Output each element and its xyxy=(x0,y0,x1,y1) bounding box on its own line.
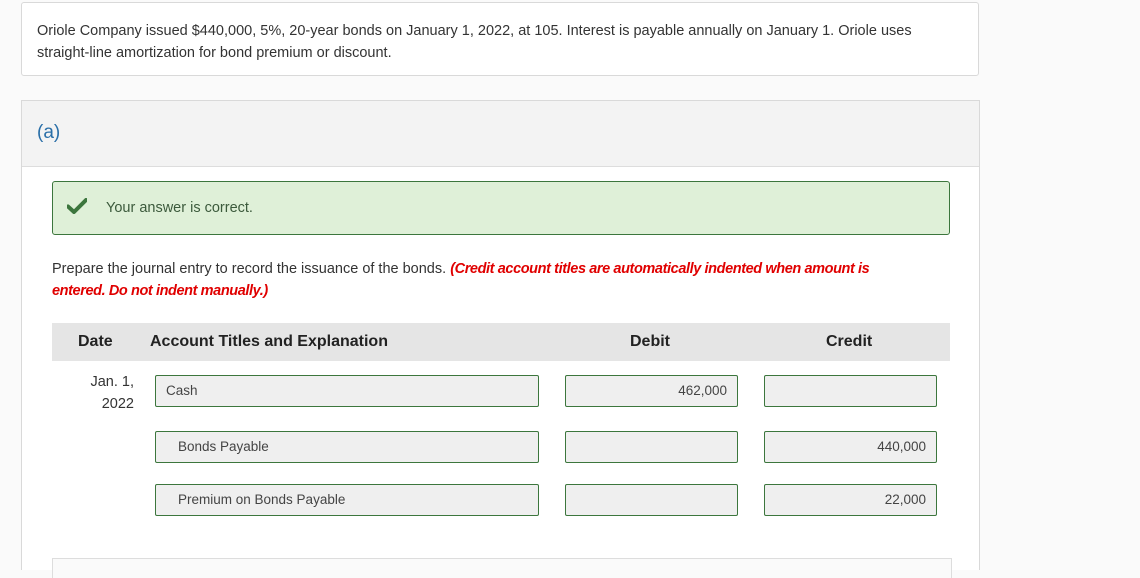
correct-answer-banner: Your answer is correct. xyxy=(52,181,950,235)
account-field-row-1[interactable]: Cash xyxy=(155,375,539,407)
entry-date: Jan. 1, 2022 xyxy=(62,371,134,415)
header-account: Account Titles and Explanation xyxy=(150,333,388,350)
debit-field-row-3[interactable] xyxy=(565,484,738,516)
debit-field-row-2[interactable] xyxy=(565,431,738,463)
instructions-text: Prepare the journal entry to record the … xyxy=(52,261,451,277)
check-icon xyxy=(67,198,87,214)
debit-field-row-1[interactable]: 462,000 xyxy=(565,375,738,407)
feedback-text: Your answer is correct. xyxy=(106,200,253,216)
question-panel: Oriole Company issued $440,000, 5%, 20-y… xyxy=(21,2,979,76)
header-date: Date xyxy=(78,333,113,350)
header-debit: Debit xyxy=(630,333,670,350)
journal-table-header: Date Account Titles and Explanation Debi… xyxy=(52,323,950,361)
part-header: (a) xyxy=(22,101,979,167)
question-text: Oriole Company issued $440,000, 5%, 20-y… xyxy=(37,23,912,61)
header-credit: Credit xyxy=(826,333,873,350)
part-label: (a) xyxy=(37,122,61,143)
credit-field-row-2[interactable]: 440,000 xyxy=(764,431,937,463)
part-a-panel: (a) Your answer is correct. Prepare the … xyxy=(21,100,980,578)
account-field-row-2[interactable]: Bonds Payable xyxy=(155,431,539,463)
entry-date-line2: 2022 xyxy=(101,396,134,412)
credit-field-row-3[interactable]: 22,000 xyxy=(764,484,937,516)
next-section-panel xyxy=(52,558,952,578)
account-field-row-3[interactable]: Premium on Bonds Payable xyxy=(155,484,539,516)
instructions: Prepare the journal entry to record the … xyxy=(52,258,922,302)
credit-field-row-1[interactable] xyxy=(764,375,937,407)
entry-date-line1: Jan. 1, xyxy=(90,374,134,390)
